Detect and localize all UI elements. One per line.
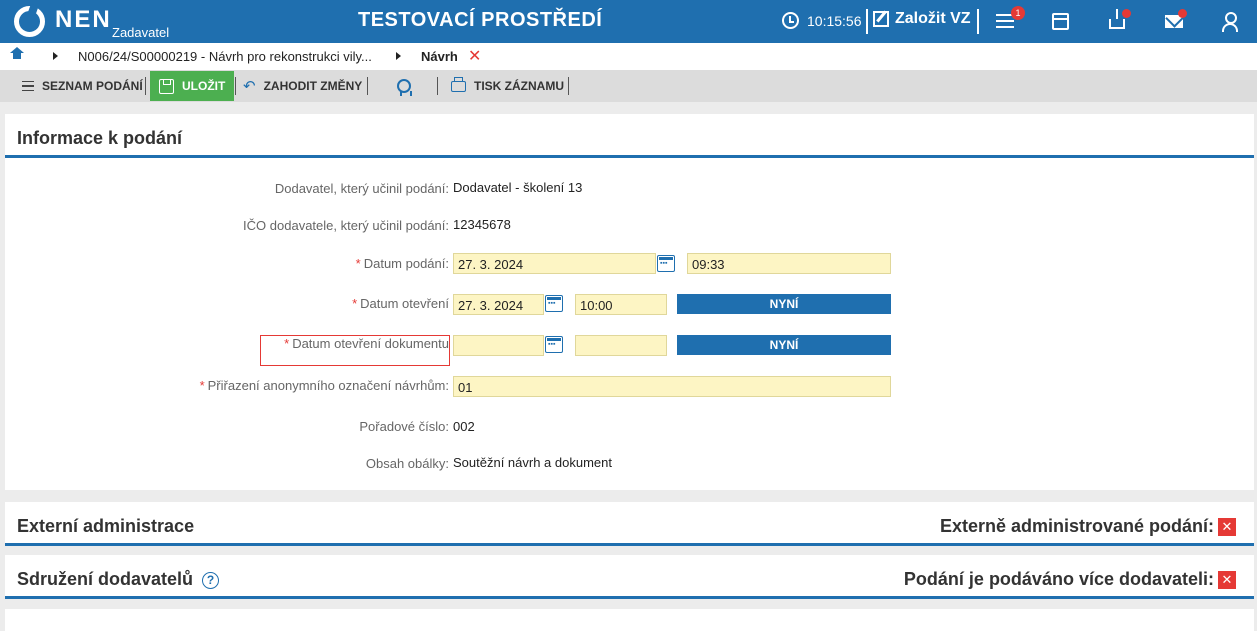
submission-list-label: SEZNAM PODÁNÍ: [42, 79, 143, 93]
discard-changes-button[interactable]: ↶ ZAHODIT ZMĚNY: [243, 71, 362, 101]
breadcrumb-item-tender[interactable]: N006/24/S00000219 - Návrh pro rekonstruk…: [78, 49, 372, 64]
certificate-button[interactable]: [397, 71, 412, 101]
calendar-icon[interactable]: [657, 255, 675, 272]
doc-open-time-field[interactable]: [575, 335, 667, 356]
next-panel: [5, 609, 1254, 631]
submit-date-label: * Datum podání:: [356, 256, 449, 271]
external-admin-panel: Externí administrace Externě administrov…: [5, 502, 1254, 546]
anon-designation-field[interactable]: 01: [453, 376, 891, 397]
chevron-right-icon: [53, 52, 58, 60]
save-button[interactable]: ULOŽIT: [150, 71, 235, 101]
printer-icon: [451, 76, 466, 92]
toolbar-divider: [568, 77, 569, 95]
calculator-icon[interactable]: [1052, 13, 1069, 30]
award-icon: [397, 79, 412, 96]
save-icon: [159, 78, 174, 94]
calendar-icon[interactable]: [545, 336, 563, 353]
topbar-divider: [977, 9, 979, 34]
breadcrumb-item-current: Návrh: [421, 49, 458, 64]
mail-notification-dot: [1178, 9, 1187, 18]
create-tender-button[interactable]: Založit VZ: [873, 10, 971, 28]
menu-badge: 1: [1011, 6, 1025, 20]
required-mark: *: [352, 296, 358, 311]
session-clock: 10:15:56: [782, 12, 862, 29]
association-title: Sdružení dodavatelů: [17, 569, 194, 589]
print-record-button[interactable]: TISK ZÁZNAMU: [451, 71, 564, 101]
home-icon[interactable]: [10, 47, 24, 62]
discard-changes-label: ZAHODIT ZMĚNY: [263, 79, 363, 93]
panel-header: Informace k podání: [5, 114, 1254, 158]
x-icon: ✕: [1218, 571, 1236, 589]
multiple-suppliers-label: Podání je podáváno více dodavateli:: [903, 569, 1214, 589]
edit-icon: [873, 11, 889, 27]
toolbar-divider: [145, 77, 146, 95]
environment-title: TESTOVACÍ PROSTŘEDÍ: [358, 9, 603, 31]
open-now-button[interactable]: NYNÍ: [677, 294, 891, 314]
create-tender-label: Založit VZ: [895, 10, 971, 27]
submit-date-label-text: Datum podání:: [363, 256, 449, 271]
panel-header: Externí administrace Externě administrov…: [5, 502, 1254, 546]
open-time-field[interactable]: 10:00: [575, 294, 667, 315]
external-admin-label: Externě administrované podání:: [939, 516, 1214, 536]
order-number-value: 002: [453, 419, 475, 434]
required-mark: *: [199, 378, 205, 393]
doc-open-date-label: * Datum otevření dokumentu: [284, 336, 449, 351]
panel-title: Sdružení dodavatelů ?: [17, 569, 220, 590]
topbar-divider: [866, 9, 868, 34]
supplier-value: Dodavatel - školení 13: [453, 180, 583, 195]
doc-open-date-label-text: Datum otevření dokumentu: [292, 336, 449, 351]
supplier-label: Dodavatel, který učinil podání:: [274, 181, 449, 196]
print-record-label: TISK ZÁZNAMU: [474, 79, 564, 93]
inbox-notification-dot: [1122, 9, 1131, 18]
open-date-label-text: Datum otevření: [360, 296, 449, 311]
list-icon: [22, 78, 34, 95]
submit-date-field[interactable]: 27. 3. 2024: [453, 253, 656, 274]
close-icon[interactable]: ✕: [468, 46, 481, 66]
submission-info-panel: Informace k podání Dodavatel, který učin…: [5, 114, 1254, 490]
chevron-right-icon: [396, 52, 401, 60]
breadcrumb: N006/24/S00000219 - Návrh pro rekonstruk…: [0, 43, 1257, 70]
anon-label: * Přiřazení anonymního označení návrhům:: [200, 378, 449, 393]
brand-subtitle: Zadavatel: [112, 25, 170, 40]
toolbar-divider: [367, 77, 368, 95]
clock-icon: [782, 12, 799, 29]
panel-header: Sdružení dodavatelů ? Podání je podáváno…: [5, 555, 1254, 599]
submit-time-field[interactable]: 09:33: [687, 253, 891, 274]
top-bar: NEN Zadavatel TESTOVACÍ PROSTŘEDÍ 10:15:…: [0, 0, 1257, 43]
supplier-association-panel: Sdružení dodavatelů ? Podání je podáváno…: [5, 555, 1254, 599]
doc-open-date-field[interactable]: [453, 335, 544, 356]
toolbar-divider: [437, 77, 438, 95]
session-time: 10:15:56: [807, 12, 862, 29]
doc-open-now-button[interactable]: NYNÍ: [677, 335, 891, 355]
ico-value: 12345678: [453, 217, 511, 232]
inbox-download-icon[interactable]: [1109, 9, 1125, 29]
submission-list-button[interactable]: SEZNAM PODÁNÍ: [22, 71, 143, 101]
x-icon: ✕: [1218, 518, 1236, 536]
brand-name[interactable]: NEN: [55, 6, 112, 34]
order-number-label: Pořadové číslo:: [359, 419, 449, 434]
save-label: ULOŽIT: [182, 79, 226, 93]
user-icon[interactable]: [1220, 12, 1242, 34]
envelope-content-label: Obsah obálky:: [365, 456, 449, 471]
undo-icon: ↶: [243, 78, 256, 95]
help-icon[interactable]: ?: [202, 571, 220, 589]
required-mark: *: [284, 336, 290, 351]
open-date-field[interactable]: 27. 3. 2024: [453, 294, 544, 315]
toolbar-divider: [235, 77, 236, 95]
ico-label: IČO dodavatele, který učinil podání:: [243, 218, 449, 233]
panel-title: Informace k podání: [17, 128, 183, 148]
calendar-icon[interactable]: [545, 295, 563, 312]
action-toolbar: SEZNAM PODÁNÍ ULOŽIT ↶ ZAHODIT ZMĚNY TIS…: [0, 70, 1257, 102]
required-mark: *: [355, 256, 361, 271]
nen-logo-icon[interactable]: [14, 6, 45, 37]
anon-label-text: Přiřazení anonymního označení návrhům:: [207, 378, 449, 393]
panel-title: Externí administrace: [17, 516, 195, 536]
envelope-content-value: Soutěžní návrh a dokument: [453, 455, 612, 470]
open-date-label: * Datum otevření: [352, 296, 449, 311]
